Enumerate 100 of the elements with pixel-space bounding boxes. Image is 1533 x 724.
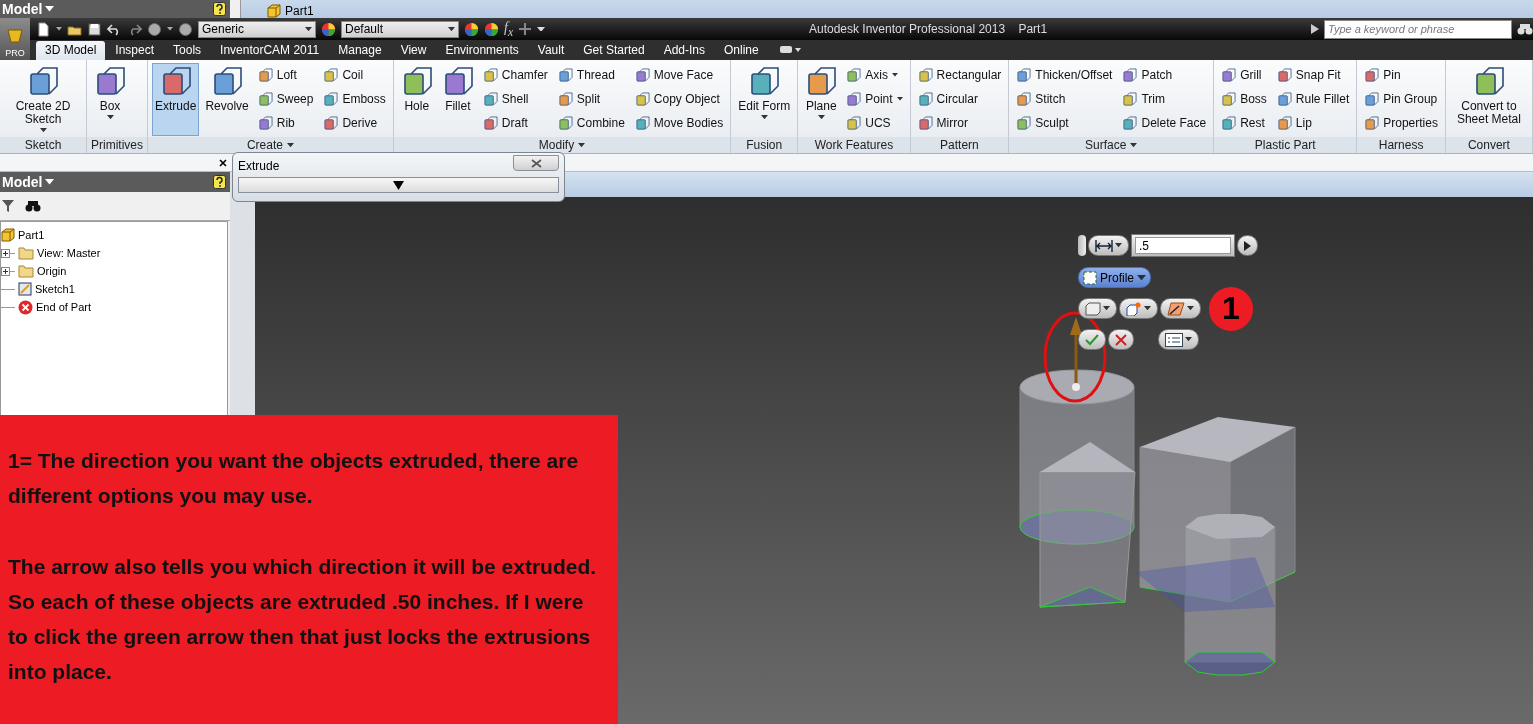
ribbon-tool[interactable]: Mirror	[914, 111, 1005, 135]
distance-type-button[interactable]	[1088, 235, 1129, 256]
ribbon-tool[interactable]: Split	[554, 87, 628, 111]
ribbon-tool[interactable]: Lip	[1273, 111, 1353, 135]
toggle-icon[interactable]	[778, 44, 801, 56]
panel-title[interactable]: Surface	[1009, 137, 1214, 153]
profile-button[interactable]: Profile	[1078, 267, 1151, 288]
ok-button[interactable]	[1078, 329, 1106, 350]
ribbon-tab[interactable]: Vault	[528, 41, 574, 60]
options-button[interactable]	[1158, 329, 1199, 350]
ribbon-tool[interactable]: Move Face	[631, 63, 727, 87]
ribbon-tool[interactable]: Extrude	[152, 63, 200, 136]
operation-button[interactable]	[1119, 298, 1158, 319]
ribbon-tool[interactable]: Revolve	[202, 63, 252, 136]
color-wheel-icon[interactable]	[321, 21, 336, 37]
appearance-dropdown[interactable]: Default	[341, 20, 459, 38]
distance-field[interactable]: .5	[1135, 237, 1231, 254]
sphere-icon[interactable]	[178, 21, 193, 37]
help-icon[interactable]	[213, 175, 226, 189]
sphere-icon[interactable]	[147, 21, 162, 37]
ribbon-tab[interactable]: InventorCAM 2011	[211, 41, 329, 60]
ribbon-tool[interactable]: Delete Face	[1119, 111, 1210, 135]
ribbon-tool[interactable]: Rib	[254, 111, 317, 135]
material-dropdown[interactable]: Generic	[198, 20, 316, 38]
tree-item[interactable]: End of Part	[36, 301, 92, 313]
ribbon-tool[interactable]: Grill	[1218, 63, 1270, 87]
close-button[interactable]	[513, 155, 559, 171]
direction-button[interactable]	[1160, 298, 1201, 319]
ribbon-tool[interactable]: Combine	[554, 111, 628, 135]
color-wheel-icon[interactable]	[464, 21, 479, 37]
help-icon[interactable]	[213, 2, 226, 16]
ribbon-tool[interactable]: Thicken/Offset	[1013, 63, 1116, 87]
tree-item[interactable]: Part1	[18, 229, 45, 241]
ribbon-tool[interactable]: Snap Fit	[1273, 63, 1353, 87]
ribbon-tool[interactable]: Convert to Sheet Metal	[1449, 63, 1528, 136]
document-tab[interactable]: Part1	[263, 4, 318, 18]
panel-title[interactable]: Modify	[393, 137, 731, 153]
ribbon-tab[interactable]: 3D Model	[36, 41, 106, 60]
ribbon-tool[interactable]: Derive	[320, 111, 389, 135]
tree-item[interactable]: View: Master	[37, 247, 101, 259]
ribbon-tool[interactable]: Fillet	[438, 63, 477, 136]
expand-icon[interactable]	[1, 266, 15, 276]
tree-item[interactable]: Origin	[37, 265, 67, 277]
ribbon-tool[interactable]: Sweep	[254, 87, 317, 111]
ribbon-tab[interactable]: Environments	[436, 41, 528, 60]
ribbon-tab[interactable]: Tools	[164, 41, 211, 60]
ribbon-tool[interactable]: Patch	[1119, 63, 1210, 87]
ribbon-tab[interactable]: View	[391, 41, 436, 60]
grip-handle[interactable]	[1078, 235, 1086, 256]
ribbon-tool[interactable]: Trim	[1119, 87, 1210, 111]
panel-title[interactable]: Create	[148, 137, 393, 153]
ribbon-tool[interactable]: Thread	[554, 63, 628, 87]
panel-title[interactable]: Model	[2, 1, 55, 17]
ribbon-tool[interactable]: Plane	[802, 63, 841, 136]
ribbon-tool[interactable]: Rest	[1218, 111, 1270, 135]
plus-icon[interactable]	[518, 22, 533, 36]
cancel-button[interactable]	[1108, 329, 1134, 350]
search-field[interactable]: Type a keyword or phrase	[1324, 19, 1512, 39]
ribbon-tool[interactable]: Pin	[1361, 63, 1441, 87]
ribbon-tool[interactable]: Circular	[914, 87, 1005, 111]
ribbon-tool[interactable]: Copy Object	[631, 87, 727, 111]
color-wheel-icon[interactable]	[484, 21, 499, 37]
ribbon-tool[interactable]: Sculpt	[1013, 111, 1116, 135]
filter-icon[interactable]	[2, 199, 14, 213]
ribbon-tab[interactable]: Add-Ins	[654, 41, 714, 60]
new-file-icon[interactable]	[36, 21, 51, 37]
ribbon-tab[interactable]: Online	[715, 41, 768, 60]
binoculars-icon[interactable]	[24, 199, 42, 213]
close-icon[interactable]	[219, 158, 227, 167]
ribbon-tool[interactable]: Boss	[1218, 87, 1270, 111]
ribbon-tab[interactable]: Inspect	[106, 41, 164, 60]
expand-button[interactable]	[238, 177, 559, 193]
ribbon-tool[interactable]: Axis	[843, 63, 906, 87]
ribbon-tool[interactable]: UCS	[843, 111, 906, 135]
app-button[interactable]: PRO	[0, 18, 30, 60]
ribbon-tool[interactable]: Rule Fillet	[1273, 87, 1353, 111]
more-button[interactable]	[1237, 235, 1258, 256]
ribbon-tool[interactable]: Point	[843, 87, 906, 111]
expand-icon[interactable]	[1, 248, 15, 258]
ribbon-tool[interactable]: Pin Group	[1361, 87, 1441, 111]
ribbon-tool[interactable]: Hole	[397, 63, 436, 136]
ribbon-tool[interactable]: Emboss	[320, 87, 389, 111]
ribbon-tool[interactable]: Rectangular	[914, 63, 1005, 87]
panel-title[interactable]: Model	[2, 174, 55, 190]
ribbon-tool[interactable]: Coil	[320, 63, 389, 87]
ribbon-tab[interactable]: Manage	[329, 41, 391, 60]
ribbon-tool[interactable]: Box	[91, 63, 129, 136]
formula-button[interactable]: f$_{x}$	[504, 19, 514, 39]
ribbon-tool[interactable]: Draft	[479, 111, 551, 135]
output-button[interactable]	[1078, 298, 1117, 319]
ribbon-tool[interactable]: Loft	[254, 63, 317, 87]
binoculars-icon[interactable]	[1517, 22, 1533, 36]
direction-arrow[interactable]	[1070, 317, 1082, 391]
ribbon-tab[interactable]: Get Started	[574, 41, 654, 60]
ribbon-tool[interactable]: Create 2D Sketch	[4, 63, 82, 136]
ribbon-tool[interactable]: Edit Form	[735, 63, 794, 136]
tree-item[interactable]: Sketch1	[35, 283, 75, 295]
ribbon-tool[interactable]: Chamfer	[479, 63, 551, 87]
ribbon-tool[interactable]: Properties	[1361, 111, 1441, 135]
ribbon-tool[interactable]: Stitch	[1013, 87, 1116, 111]
